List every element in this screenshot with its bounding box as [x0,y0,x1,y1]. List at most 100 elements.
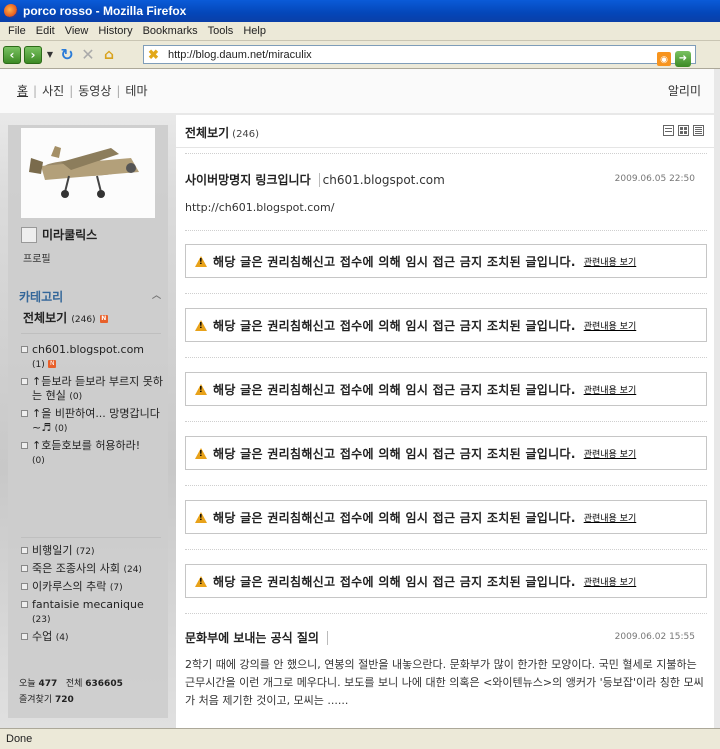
category-count: (72) [75,547,95,557]
rss-icon[interactable]: ◉ [657,52,671,66]
category-label: fantaisie mecanique [32,598,144,611]
related-link[interactable]: 관련내용 보기 [584,255,637,268]
category-header: 카테고리 ︿ [19,288,161,305]
navigation-toolbar: ‹ › ▼ ↻ ✕ ⌂ ✖ http://blog.daum.net/mirac… [0,41,720,69]
nav-video-link[interactable]: 동영상 [78,84,111,98]
menu-bookmarks[interactable]: Bookmarks [138,25,203,37]
post-excerpt: 2학기 때에 강의를 안 했으니, 연봉의 절반을 내놓으란다. 문화부가 많이… [185,658,704,707]
menu-tools[interactable]: Tools [203,25,239,37]
category-title: 카테고리 [19,290,64,304]
main-content: 전체보기 (246) 사이버망명지 링크입니다 ch601.blogspot.com… [176,115,714,728]
address-url: http://blog.daum.net/miraculix [168,48,312,61]
folder-icon [21,378,28,385]
category-all[interactable]: 전체보기 (246) N [23,309,108,326]
status-text: Done [6,733,33,745]
nav-theme-link[interactable]: 테마 [125,84,147,98]
category-label: 수업 [32,630,53,643]
menu-edit[interactable]: Edit [31,25,60,37]
page-scrollbar[interactable] [714,69,720,728]
sidebar: 미라쿨릭스 프로필 카테고리 ︿ 전체보기 (246) N ch601.blog… [8,125,168,718]
category-count: (0) [32,456,45,466]
separator [185,153,707,154]
blog-nickname[interactable]: 미라쿨릭스 [21,226,97,243]
today-count: 477 [38,679,58,689]
related-link[interactable]: 관련내용 보기 [584,383,637,396]
nav-photo-link[interactable]: 사진 [42,84,64,98]
category-label: 이카루스의 추락 [32,580,107,593]
reload-icon[interactable]: ↻ [58,45,76,64]
warning-icon [195,447,207,459]
category-item[interactable]: ↑호듣호보를 허용하라! (0) [21,439,166,468]
site-favicon-icon: ✖ [148,46,159,62]
menu-history[interactable]: History [93,25,137,37]
menu-help[interactable]: Help [238,25,271,37]
menu-bar: File Edit View History Bookmarks Tools H… [0,22,720,41]
address-bar[interactable]: ✖ http://blog.daum.net/miraculix ◉ ➜ [143,45,696,67]
category-item[interactable]: 이카루스의 추락 (7) [21,580,166,595]
window-titlebar: porco rosso - Mozilla Firefox [0,0,720,22]
category-count: (4) [55,633,69,643]
airplane-icon [21,128,155,218]
separator [185,549,707,550]
related-link[interactable]: 관련내용 보기 [584,319,637,332]
category-count: (23) [32,615,51,625]
list-title: 전체보기 [185,126,230,140]
warning-icon [195,511,207,523]
separator [185,357,707,358]
category-item[interactable]: ↑을 비판하여... 망명갑니다~♬ (0) [21,407,166,436]
new-badge: N [99,314,108,323]
category-count: (24) [123,565,142,575]
category-count: (1) [32,360,45,370]
related-link[interactable]: 관련내용 보기 [584,447,637,460]
folder-icon [21,547,28,554]
category-item[interactable]: 죽은 조종사의 사회 (24) [21,562,166,577]
post-link[interactable]: http://ch601.blogspot.com/ [185,201,334,214]
category-item[interactable]: 비행일기 (72) [21,544,166,559]
blocked-post: 해당 글은 권리침해신고 접수에 의해 임시 접근 금지 조치된 글입니다. 관… [185,564,707,598]
post-title[interactable]: 사이버망명지 링크입니다 ch601.blogspot.com [185,171,445,188]
blocked-message: 해당 글은 권리침해신고 접수에 의해 임시 접근 금지 조치된 글입니다. [213,318,576,333]
nav-home-link[interactable]: 홈 [17,84,28,98]
notifier-link[interactable]: 알리미 [668,82,701,99]
category-all-label: 전체보기 [23,311,68,325]
folder-icon [21,633,28,640]
list-view-icon[interactable] [663,125,674,136]
blocked-message: 해당 글은 권리침해신고 접수에 의해 임시 접근 금지 조치된 글입니다. [213,254,576,269]
post-title[interactable]: 문화부에 보내는 공식 질의 [185,629,331,646]
profile-image[interactable] [21,128,155,218]
category-count: (0) [54,424,68,434]
back-button[interactable]: ‹ [3,45,21,64]
forward-button[interactable]: › [24,45,42,64]
text-view-icon[interactable] [693,125,704,136]
history-dropdown-icon[interactable]: ▼ [45,46,55,64]
related-link[interactable]: 관련내용 보기 [584,511,637,524]
menu-file[interactable]: File [0,25,31,37]
category-label: ↑듣보라 듣보라 부르지 못하는 현실 [32,375,164,402]
blocked-message: 해당 글은 권리침해신고 접수에 의해 임시 접근 금지 조치된 글입니다. [213,382,576,397]
category-label: ↑호듣호보를 허용하라! [32,439,141,452]
collapse-chevron-icon[interactable]: ︿ [152,288,161,301]
blog-top-nav: 홈 | 사진 | 동영상 | 테마 알리미 [0,69,720,113]
category-item[interactable]: ↑듣보라 듣보라 부르지 못하는 현실 (0) [21,375,166,404]
category-label: ↑을 비판하여... 망명갑니다~♬ [32,407,160,434]
related-link[interactable]: 관련내용 보기 [584,575,637,588]
firefox-icon [4,4,18,18]
category-count: (7) [109,583,123,593]
warning-icon [195,319,207,331]
category-item[interactable]: fantaisie mecanique (23) [21,598,166,627]
window-title: porco rosso - Mozilla Firefox [23,4,187,18]
stop-icon[interactable]: ✕ [79,45,97,64]
blocked-post: 해당 글은 권리침해신고 접수에 의해 임시 접근 금지 조치된 글입니다. 관… [185,500,707,534]
home-icon[interactable]: ⌂ [100,46,118,64]
folder-icon [21,442,28,449]
category-group-1: ch601.blogspot.com (1) N ↑듣보라 듣보라 부르지 못하는… [21,343,166,471]
view-mode-toggle [663,125,704,136]
folder-icon [21,410,28,417]
profile-link[interactable]: 프로필 [23,250,51,265]
folder-icon [21,346,28,353]
menu-view[interactable]: View [60,25,94,37]
go-icon[interactable]: ➜ [675,51,691,67]
category-item[interactable]: ch601.blogspot.com (1) N [21,343,166,372]
grid-view-icon[interactable] [678,125,689,136]
category-item[interactable]: 수업 (4) [21,630,166,645]
